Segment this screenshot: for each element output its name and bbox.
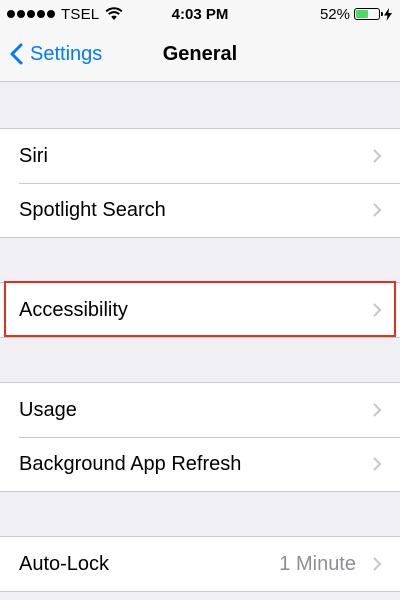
battery-percent: 52% (319, 5, 350, 23)
settings-row-accessibility[interactable]: Accessibility (0, 283, 400, 337)
chevron-right-icon (373, 457, 382, 471)
row-value: 1 Minute (279, 552, 356, 575)
wifi-icon (105, 7, 123, 20)
chevron-left-icon (10, 43, 23, 65)
row-label: Background App Refresh (19, 452, 242, 475)
settings-group: Auto-Lock 1 Minute (0, 536, 400, 592)
carrier-name: TSEL (61, 5, 100, 23)
settings-row-background-app-refresh[interactable]: Background App Refresh (0, 437, 400, 491)
navigation-bar: Settings General (0, 28, 400, 82)
chevron-right-icon (373, 303, 382, 317)
settings-row-auto-lock[interactable]: Auto-Lock 1 Minute (0, 537, 400, 591)
back-button-label: Settings (30, 42, 103, 65)
row-label: Usage (19, 398, 77, 421)
settings-group: Siri Spotlight Search (0, 128, 400, 238)
chevron-right-icon (373, 557, 382, 571)
settings-list: Siri Spotlight Search Accessibility Usag… (0, 82, 400, 592)
back-button[interactable]: Settings (10, 28, 102, 80)
battery-level-fill (356, 10, 369, 18)
chevron-right-icon (373, 149, 382, 163)
status-bar: TSEL 4:03 PM 52% (0, 0, 400, 28)
settings-row-siri[interactable]: Siri (0, 129, 400, 183)
row-label: Siri (19, 144, 48, 167)
status-left: TSEL (0, 6, 157, 23)
chevron-right-icon (373, 203, 382, 217)
settings-group: Accessibility (0, 282, 400, 338)
status-right: 52% (320, 0, 392, 28)
battery-icon (354, 8, 383, 20)
settings-row-spotlight-search[interactable]: Spotlight Search (0, 183, 400, 237)
row-label: Accessibility (19, 298, 128, 321)
row-label: Auto-Lock (19, 552, 110, 575)
charging-bolt-icon (384, 7, 392, 21)
chevron-right-icon (373, 403, 382, 417)
settings-row-usage[interactable]: Usage (0, 383, 400, 437)
settings-group: Usage Background App Refresh (0, 382, 400, 492)
row-label: Spotlight Search (19, 198, 166, 221)
signal-strength-icon (7, 10, 55, 18)
